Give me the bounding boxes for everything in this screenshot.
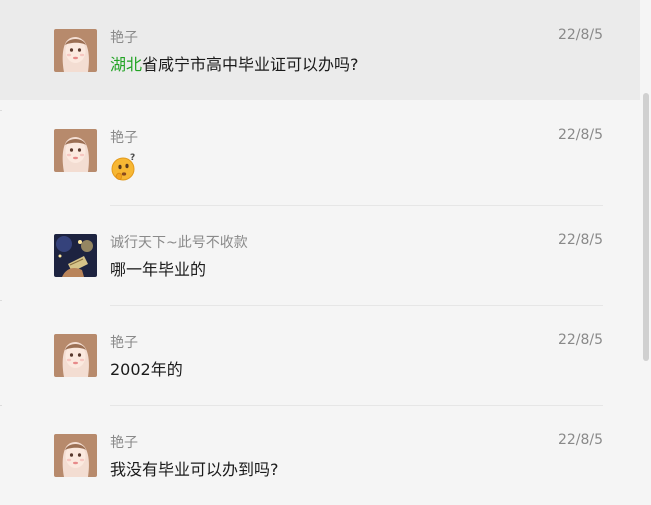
message-time: 22/8/5 (557, 332, 603, 348)
avatar[interactable] (54, 234, 97, 277)
sender-name: 艳子 (110, 30, 138, 46)
message-time: 22/8/5 (557, 127, 603, 143)
sender-name: 诚行天下~此号不收款 (110, 235, 248, 251)
message-time: 22/8/5 (557, 27, 603, 43)
chat-message[interactable]: 艳子 22/8/5 ? (0, 100, 640, 200)
left-edge-mark (0, 300, 2, 301)
message-divider (110, 405, 603, 406)
message-divider (110, 205, 603, 206)
avatar[interactable] (54, 434, 97, 477)
message-time: 22/8/5 (557, 432, 603, 448)
svg-text:?: ? (130, 153, 135, 163)
avatar[interactable] (54, 334, 97, 377)
message-divider (110, 305, 603, 306)
left-edge-mark (0, 110, 2, 111)
scrollbar-thumb[interactable] (643, 93, 649, 361)
message-text: 湖北省咸宁市高中毕业证可以办吗? (110, 51, 359, 75)
avatar[interactable] (54, 129, 97, 172)
chat-message-list: 艳子 22/8/5 湖北省咸宁市高中毕业证可以办吗? 艳子 22/8/5 ? 诚… (0, 0, 640, 497)
message-time: 22/8/5 (557, 232, 603, 248)
message-text: 2002年的 (110, 360, 183, 379)
message-text: 我没有毕业可以办到吗? (110, 460, 279, 479)
thinking-face-emoji-icon: ? (110, 152, 140, 182)
message-text: 哪一年毕业的 (110, 260, 207, 279)
avatar[interactable] (54, 29, 97, 72)
chat-message[interactable]: 艳子 22/8/5 我没有毕业可以办到吗? (0, 405, 640, 505)
chat-message[interactable]: 艳子 22/8/5 湖北省咸宁市高中毕业证可以办吗? (0, 0, 640, 100)
sender-name: 艳子 (110, 435, 138, 451)
chat-message[interactable]: 诚行天下~此号不收款 22/8/5 哪一年毕业的 (0, 205, 640, 305)
message-text-body: 省咸宁市高中毕业证可以办吗? (142, 55, 359, 74)
left-edge-mark (0, 405, 2, 406)
chat-message[interactable]: 艳子 22/8/5 2002年的 (0, 305, 640, 405)
sender-name: 艳子 (110, 130, 138, 146)
location-link[interactable]: 湖北 (110, 55, 142, 74)
sender-name: 艳子 (110, 335, 138, 351)
